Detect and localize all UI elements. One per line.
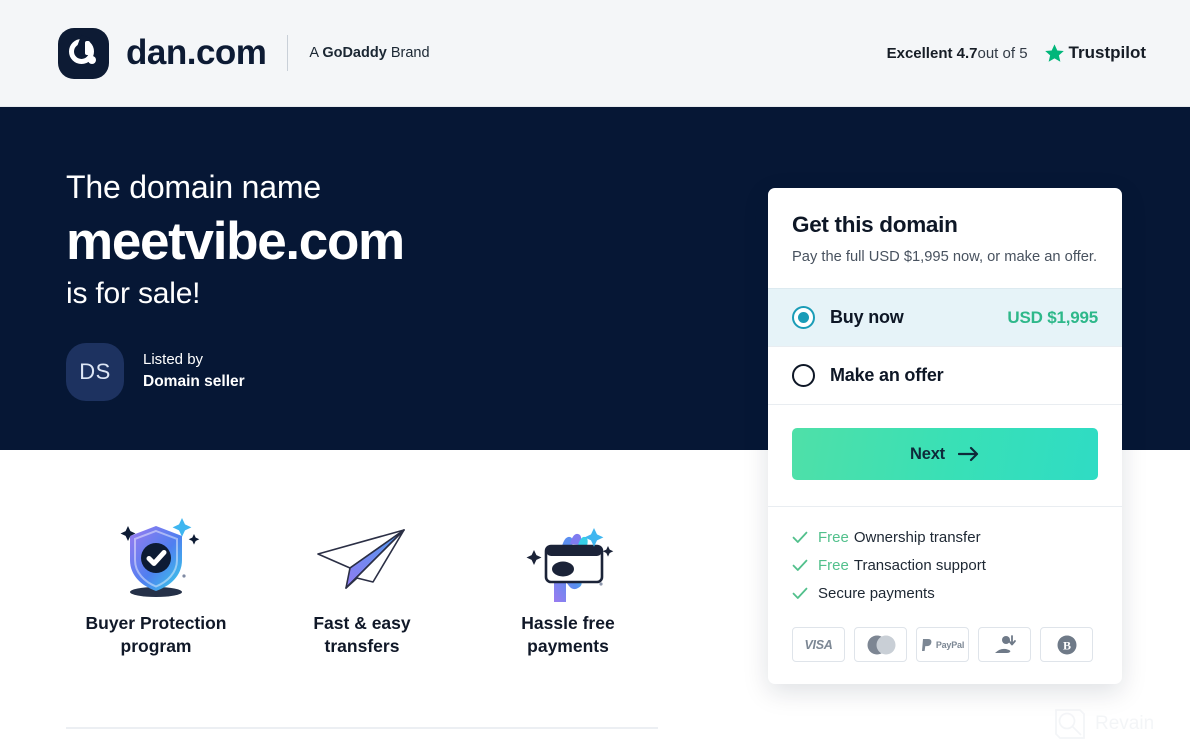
next-button-label: Next — [910, 444, 945, 463]
perk-item: Free Ownership transfer — [792, 529, 1098, 546]
listed-by-label: Listed by — [143, 351, 204, 369]
mastercard-icon — [854, 627, 907, 663]
next-button-wrapper: Next — [768, 404, 1122, 506]
feature-label: Fast & easy transfers — [272, 612, 452, 658]
paypal-icon: PayPal — [916, 627, 969, 663]
radio-make-an-offer[interactable] — [792, 364, 815, 388]
option-price: USD $1,995 — [1007, 307, 1098, 327]
revain-watermark-text: Revain — [1095, 713, 1155, 734]
seller-name: Domain seller — [143, 373, 245, 391]
visa-label: VISA — [804, 637, 833, 652]
perk-text: Transaction support — [853, 557, 986, 575]
domain-name-title: meetvibe.com — [66, 212, 405, 271]
feature-label-line2: program — [120, 636, 192, 657]
trustpilot-rating-value: Excellent 4.7 — [886, 44, 978, 62]
content-divider — [66, 727, 658, 729]
feature-label-line1: Buyer Protection — [85, 613, 227, 633]
perk-item: Secure payments — [792, 585, 1098, 602]
card-subtitle: Pay the full USD $1,995 now, or make an … — [792, 249, 1098, 265]
bitcoin-icon: B — [1040, 627, 1093, 663]
visa-icon: VISA — [792, 627, 845, 663]
feature-hassle-free-payments: Hassle free payments — [478, 512, 658, 658]
feature-label: Buyer Protection program — [66, 612, 246, 658]
bank-transfer-icon — [978, 627, 1031, 663]
perk-item: Free Transaction support — [792, 557, 1098, 574]
trustpilot-rating[interactable]: Excellent 4.7 out of 5 Trustpilot — [887, 43, 1146, 64]
feature-label-line1: Fast & easy — [313, 613, 411, 633]
tagline-prefix: A — [309, 45, 319, 61]
hand-credit-card-icon — [478, 512, 658, 604]
hero-content: The domain name meetvibe.com is for sale… — [66, 169, 405, 401]
page-root: dan.com A GoDaddy Brand Excellent 4.7 ou… — [0, 0, 1190, 753]
perk-text: Ownership transfer — [853, 529, 981, 547]
features-row: Buyer Protection program Fast & easy tra… — [66, 512, 658, 658]
brand-lockup[interactable]: dan.com A GoDaddy Brand — [58, 27, 430, 79]
feature-label-line2: payments — [527, 636, 609, 657]
option-buy-now[interactable]: Buy now USD $1,995 — [768, 288, 1122, 347]
trustpilot-logo[interactable]: Trustpilot — [1044, 43, 1146, 64]
card-header: Get this domain Pay the full USD $1,995 … — [768, 188, 1122, 288]
option-label: Make an offer — [830, 365, 944, 386]
dan-logo-mark-icon[interactable] — [58, 27, 109, 79]
purchase-card: Get this domain Pay the full USD $1,995 … — [768, 188, 1122, 685]
svg-text:B: B — [1062, 638, 1070, 652]
feature-label: Hassle free payments — [478, 612, 658, 658]
paper-plane-icon — [272, 512, 452, 604]
shield-check-icon — [66, 512, 246, 604]
site-header: dan.com A GoDaddy Brand Excellent 4.7 ou… — [0, 0, 1190, 107]
option-make-an-offer[interactable]: Make an offer — [768, 346, 1122, 404]
brand-divider — [287, 35, 289, 71]
logo-wordmark[interactable]: dan.com — [126, 33, 267, 73]
trustpilot-star-icon — [1044, 43, 1064, 62]
feature-label-line1: Hassle free — [521, 613, 615, 633]
arrow-right-icon — [957, 446, 980, 462]
revain-logo-icon — [1055, 709, 1085, 739]
card-title: Get this domain — [792, 212, 958, 237]
hero-line-3: is for sale! — [66, 276, 201, 310]
check-icon — [792, 531, 808, 544]
seller-info: DS Listed by Domain seller — [66, 342, 404, 401]
check-icon — [792, 587, 808, 600]
hero-line-1: The domain name — [66, 169, 321, 205]
trustpilot-out-of: out of 5 — [977, 44, 1028, 62]
perk-text: Secure payments — [818, 585, 935, 603]
trustpilot-wordmark: Trustpilot — [1068, 43, 1146, 62]
tagline-brand: GoDaddy — [322, 45, 387, 61]
perks-list: Free Ownership transfer Free Transaction… — [768, 506, 1122, 619]
option-label: Buy now — [830, 307, 904, 328]
check-icon — [792, 559, 808, 572]
radio-buy-now[interactable] — [792, 306, 815, 330]
perk-free-label: Free — [818, 529, 849, 547]
seller-avatar: DS — [66, 342, 124, 401]
feature-buyer-protection: Buyer Protection program — [66, 512, 246, 658]
next-button[interactable]: Next — [792, 428, 1098, 481]
tagline-suffix: Brand — [390, 45, 430, 61]
feature-label-line2: transfers — [324, 636, 400, 657]
feature-fast-transfers: Fast & easy transfers — [272, 512, 452, 658]
godaddy-brand-tagline: A GoDaddy Brand — [309, 45, 429, 61]
seller-text: Listed by Domain seller — [143, 349, 245, 393]
perk-free-label: Free — [818, 557, 849, 575]
paypal-label: PayPal — [935, 639, 965, 650]
payment-methods: VISA PayPal B — [768, 619, 1122, 684]
revain-watermark: Revain — [1053, 707, 1154, 741]
